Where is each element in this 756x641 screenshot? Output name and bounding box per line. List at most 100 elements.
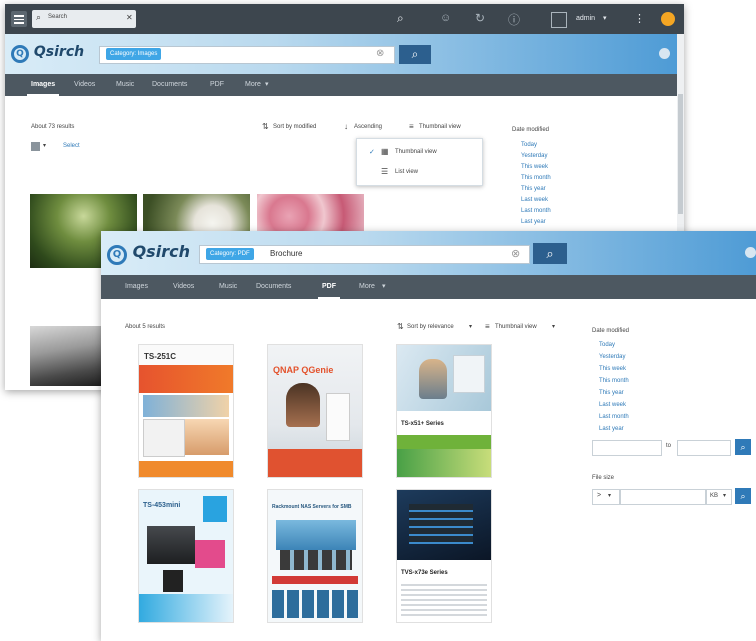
search-icon: ⌕ <box>411 47 419 61</box>
search-icon[interactable]: ⌕ <box>397 11 404 26</box>
user-menu[interactable]: admin <box>576 15 595 22</box>
avatar[interactable] <box>551 12 567 28</box>
select-checkbox[interactable] <box>31 142 40 151</box>
menu-icon[interactable] <box>11 11 27 27</box>
results-count: About 5 results <box>125 324 166 330</box>
sidebar-item-this-month[interactable]: This month <box>599 378 629 384</box>
sidebar-item-last-year[interactable]: Last year <box>599 426 624 432</box>
settings-icon[interactable] <box>659 48 670 59</box>
view-menu: ✓ ▦ Thumbnail view ☰ List view <box>356 138 483 186</box>
clear-icon[interactable]: ⊗ <box>376 48 384 59</box>
tab-images[interactable]: Images <box>125 275 148 299</box>
search-button[interactable]: ⌕ <box>399 45 431 64</box>
view-icon: ≡ <box>409 122 414 131</box>
tab-videos[interactable]: Videos <box>74 74 95 96</box>
sidebar-item-this-month[interactable]: This month <box>521 175 551 181</box>
sidebar-item-today[interactable]: Today <box>521 142 537 148</box>
search-query[interactable]: Brochure <box>270 249 302 258</box>
qsirch-icon: Q <box>11 45 29 63</box>
tab-documents[interactable]: Documents <box>256 275 291 299</box>
pdf-thumbnail[interactable]: Rackmount NAS Servers for SMB <box>267 489 363 623</box>
pdf-title: TS-251C <box>144 352 177 361</box>
more-vertical-icon[interactable]: ⋮ <box>634 12 645 25</box>
tab-pdf[interactable]: PDF <box>318 275 340 299</box>
pdf-title: Rackmount NAS Servers for SMB <box>272 504 352 510</box>
chevron-down-icon[interactable]: ▾ <box>603 14 607 22</box>
tab-videos[interactable]: Videos <box>173 275 194 299</box>
filesize-unit-select[interactable]: KB ▾ <box>706 489 732 505</box>
category-chip[interactable]: Category: PDF <box>206 248 254 260</box>
select-link[interactable]: Select <box>63 143 80 149</box>
tab-more[interactable]: More <box>245 74 261 96</box>
sort-dropdown[interactable]: Sort by modified <box>273 124 316 130</box>
pdf-title: QNAP QGenie <box>273 365 334 375</box>
sidebar-item-last-month[interactable]: Last month <box>521 208 551 214</box>
sidebar-item-this-year[interactable]: This year <box>599 390 624 396</box>
menu-item-list-view[interactable]: List view <box>395 169 418 175</box>
tab-images[interactable]: Images <box>26 74 60 96</box>
search-button[interactable]: ⌕ <box>533 243 567 264</box>
date-from-field[interactable] <box>592 440 662 456</box>
tab-pdf[interactable]: PDF <box>210 74 224 96</box>
view-dropdown[interactable]: Thumbnail view <box>495 324 537 330</box>
sidebar-item-this-year[interactable]: This year <box>521 186 546 192</box>
pdf-thumbnail[interactable]: TS-453mini <box>138 489 234 623</box>
sidebar-item-last-week[interactable]: Last week <box>599 402 626 408</box>
tab-music[interactable]: Music <box>116 74 134 96</box>
date-to-field[interactable] <box>677 440 731 456</box>
close-icon[interactable]: ✕ <box>126 13 133 22</box>
tab-music[interactable]: Music <box>219 275 237 299</box>
chevron-down-icon[interactable]: ▾ <box>265 74 269 96</box>
filesize-title: File size <box>592 475 615 481</box>
sort-icon: ⇅ <box>262 122 269 131</box>
sort-dropdown[interactable]: Sort by relevance <box>407 324 454 330</box>
filesize-search-button[interactable]: ⌕ <box>735 488 751 504</box>
sidebar-item-today[interactable]: Today <box>599 342 615 348</box>
chevron-down-icon[interactable]: ▾ <box>382 275 386 299</box>
chevron-down-icon[interactable]: ▾ <box>43 142 46 149</box>
sidebar-item-this-week[interactable]: This week <box>599 366 626 372</box>
sidebar-item-last-year[interactable]: Last year <box>521 219 546 225</box>
chevron-down-icon[interactable]: ▾ <box>552 323 555 330</box>
image-thumbnail[interactable] <box>30 326 101 386</box>
search-input[interactable]: Category: Images ⊗ <box>99 46 395 64</box>
logo-text: Qsirch <box>132 242 190 261</box>
menu-item-thumbnail-view[interactable]: Thumbnail view <box>395 149 437 155</box>
users-icon[interactable]: ☺ <box>440 12 451 24</box>
pdf-thumbnail[interactable]: TVS-x73e Series <box>396 489 492 623</box>
sidebar-item-this-week[interactable]: This week <box>521 164 548 170</box>
info-icon[interactable]: ⓘ <box>508 11 520 28</box>
pdf-thumbnail[interactable]: QNAP QGenie <box>267 344 363 478</box>
thumbnail-icon: ▦ <box>381 147 389 156</box>
tab-more[interactable]: More <box>359 275 375 299</box>
search-input[interactable]: Category: PDF Brochure ⊗ <box>199 245 530 264</box>
pdf-thumbnail[interactable]: TS-251C <box>138 344 234 478</box>
chevron-down-icon: ▾ <box>608 493 612 499</box>
notification-icon[interactable] <box>661 12 675 26</box>
category-nav: Images Videos Music Documents PDF More ▾ <box>5 74 684 96</box>
sidebar-item-yesterday[interactable]: Yesterday <box>599 354 625 360</box>
front-browser-window: Q Qsirch Category: PDF Brochure ⊗ ⌕ Imag… <box>101 231 756 641</box>
filesize-operator-select[interactable]: > ▾ <box>592 489 620 505</box>
pdf-thumbnail[interactable]: TS-x51+ Series <box>396 344 492 478</box>
browser-tab[interactable]: ⌕ Search ✕ <box>32 10 136 28</box>
filesize-operator: > <box>597 492 602 499</box>
category-nav: Images Videos Music Documents PDF More ▾ <box>101 275 756 299</box>
tab-documents[interactable]: Documents <box>152 74 187 96</box>
category-chip[interactable]: Category: Images <box>106 48 162 60</box>
sidebar-item-last-week[interactable]: Last week <box>521 197 548 203</box>
chevron-down-icon[interactable]: ▾ <box>469 323 472 330</box>
view-dropdown[interactable]: Thumbnail view <box>419 124 461 130</box>
order-dropdown[interactable]: Ascending <box>354 124 382 130</box>
sidebar-item-last-month[interactable]: Last month <box>599 414 629 420</box>
filesize-value-field[interactable] <box>620 489 706 505</box>
logo-text: Qsirch <box>33 44 85 60</box>
sidebar-item-yesterday[interactable]: Yesterday <box>521 153 547 159</box>
clear-icon[interactable]: ⊗ <box>511 247 520 260</box>
date-search-button[interactable]: ⌕ <box>735 439 751 455</box>
search-icon: ⌕ <box>36 12 42 22</box>
sync-icon[interactable]: ↻ <box>475 11 485 25</box>
settings-icon[interactable] <box>745 247 756 258</box>
app-logo: Q Qsirch <box>107 242 190 265</box>
pdf-title: TS-453mini <box>143 502 181 509</box>
